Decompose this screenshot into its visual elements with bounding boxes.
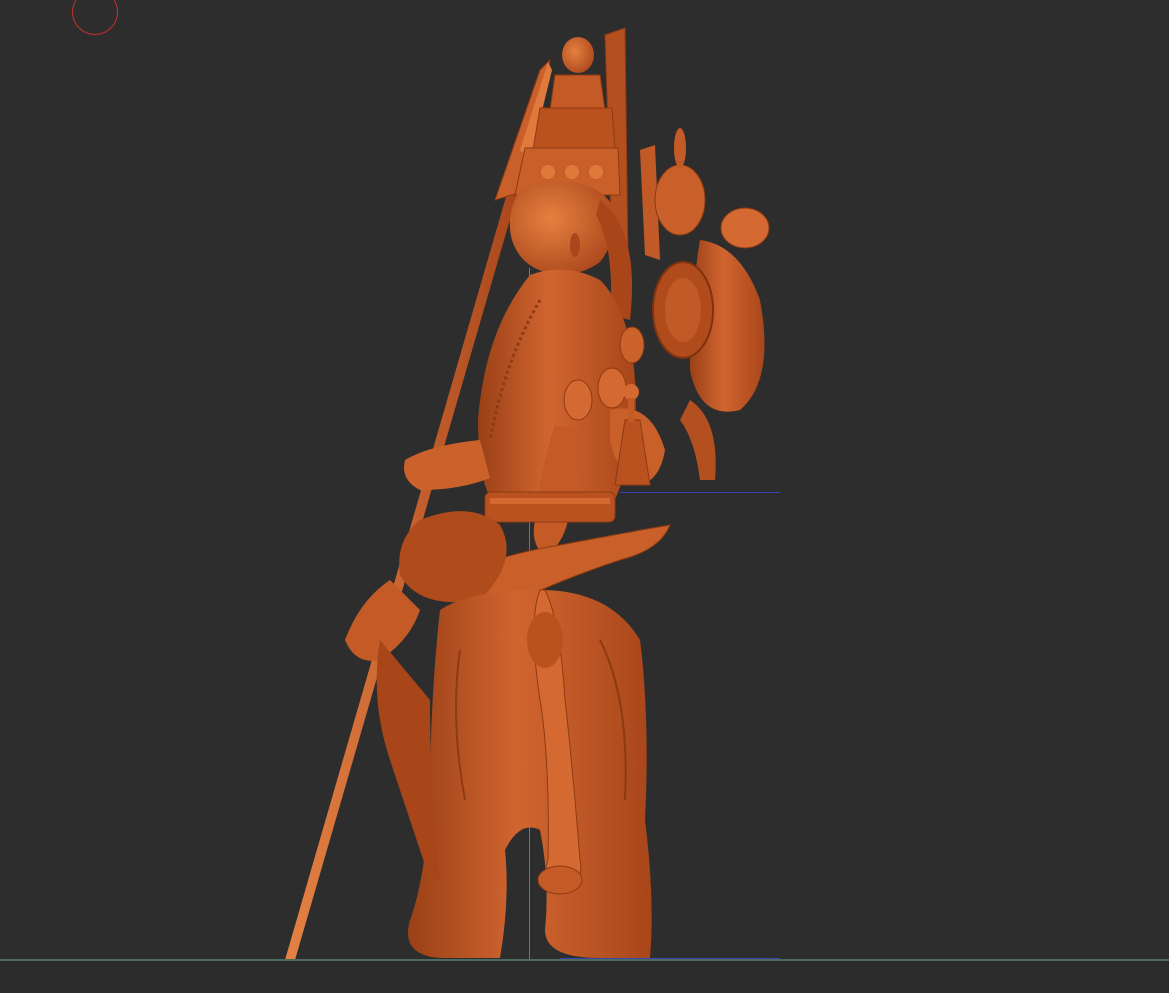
lion [376,589,652,958]
raised-arms [652,128,770,480]
3d-viewport[interactable] [0,0,1169,993]
sculpt-model[interactable] [0,0,1169,993]
belt [484,491,616,523]
bottom-strip [0,961,1169,993]
